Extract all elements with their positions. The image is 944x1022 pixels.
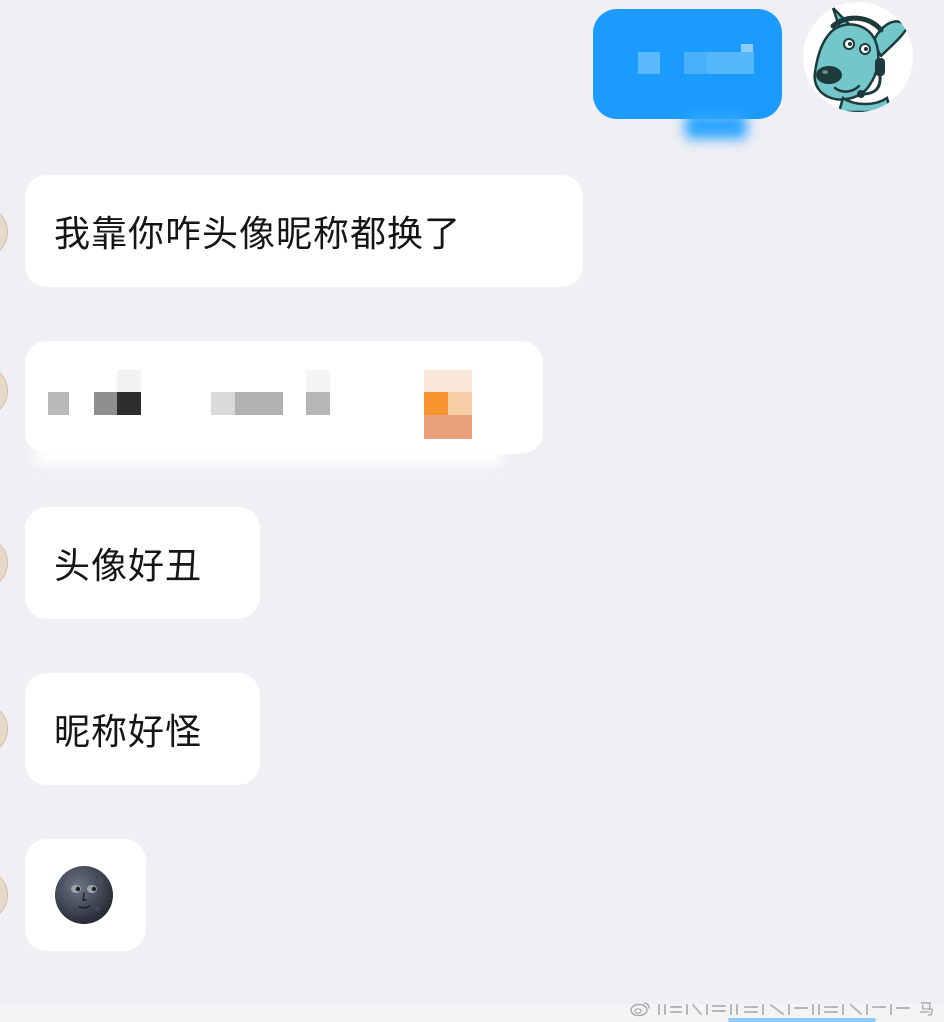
watermark-handle-scribble (657, 1004, 910, 1015)
censored-pixel (424, 370, 472, 392)
censored-pixel (94, 392, 117, 415)
peer-avatar[interactable] (0, 206, 8, 258)
censored-pixel (306, 370, 330, 392)
message-text: 昵称好怪 (54, 712, 203, 753)
my-avatar[interactable] (803, 2, 913, 112)
incoming-message-bubble-censored[interactable] (25, 341, 543, 466)
censored-pixel (638, 52, 660, 74)
peer-avatar[interactable] (0, 703, 8, 755)
footer-accent (728, 1018, 876, 1022)
censored-pixel (211, 392, 235, 415)
message-text: 头像好丑 (54, 546, 203, 587)
incoming-emoji-bubble[interactable] (25, 839, 146, 951)
incoming-message-bubble[interactable]: 我靠你咋头像昵称都换了 (25, 175, 583, 287)
watermark: 马 (629, 1001, 934, 1017)
censored-pixel (684, 52, 707, 74)
censored-pixel (448, 392, 472, 415)
censored-pixel (48, 392, 69, 415)
new-moon-face-icon (55, 866, 113, 924)
incoming-message-bubble[interactable]: 昵称好怪 (25, 673, 260, 785)
blurred-overflow (685, 113, 747, 139)
censored-pixel (117, 392, 141, 415)
censored-pixel (117, 370, 141, 392)
peer-avatar[interactable] (0, 869, 8, 921)
censored-pixel (424, 392, 448, 415)
message-text: 我靠你咋头像昵称都换了 (54, 214, 462, 255)
blurred-edge (35, 446, 503, 466)
censored-pixel (741, 44, 753, 52)
watermark-text: 马 (918, 999, 934, 1018)
censored-pixel (707, 52, 754, 74)
incoming-message-bubble[interactable]: 头像好丑 (25, 507, 260, 619)
cartoon-dog-with-headset-icon (813, 6, 909, 112)
censored-pixel (424, 415, 472, 439)
weibo-icon (630, 1002, 650, 1017)
peer-avatar[interactable] (0, 365, 8, 417)
censored-pixel (306, 392, 330, 415)
outgoing-message-bubble[interactable] (593, 9, 782, 139)
chat-screen: 我靠你咋头像昵称都换了 头像好丑 昵称好怪 马 (0, 0, 944, 1022)
censored-pixel (235, 392, 283, 415)
peer-avatar[interactable] (0, 537, 8, 589)
